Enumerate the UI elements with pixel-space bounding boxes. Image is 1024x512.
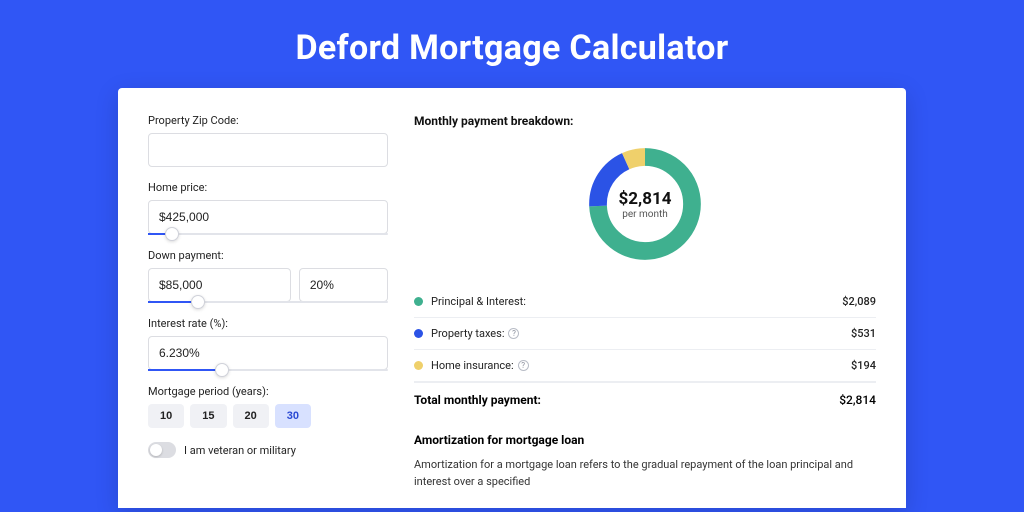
down-payment-slider[interactable] xyxy=(148,301,388,303)
legend-amount-tax: $531 xyxy=(851,327,876,340)
legend-label-pi: Principal & Interest: xyxy=(431,295,842,308)
period-option-30[interactable]: 30 xyxy=(275,404,311,428)
legend-dot-icon xyxy=(414,297,423,306)
page-title: Deford Mortgage Calculator xyxy=(0,0,1024,88)
zip-field-group: Property Zip Code: xyxy=(148,114,388,167)
legend-label-ins: Home insurance: xyxy=(431,359,514,372)
legend-amount-ins: $194 xyxy=(851,359,876,372)
legend-amount-total: $2,814 xyxy=(839,393,876,407)
legend-row-ins: Home insurance: ? $194 xyxy=(414,350,876,382)
donut-total-value: $2,814 xyxy=(619,189,672,209)
home-price-slider[interactable] xyxy=(148,233,388,235)
donut-chart: $2,814 per month xyxy=(583,142,707,266)
legend-dot-icon xyxy=(414,361,423,370)
donut-center: $2,814 per month xyxy=(583,142,707,266)
interest-rate-group: Interest rate (%): xyxy=(148,317,388,371)
legend-row-tax: Property taxes: ? $531 xyxy=(414,318,876,350)
results-column: Monthly payment breakdown: $2,814 per mo… xyxy=(414,114,876,508)
home-price-group: Home price: xyxy=(148,181,388,235)
info-icon[interactable]: ? xyxy=(508,328,519,339)
legend-amount-pi: $2,089 xyxy=(842,295,876,308)
period-option-15[interactable]: 15 xyxy=(190,404,226,428)
legend-label-tax: Property taxes: xyxy=(431,327,504,340)
period-label: Mortgage period (years): xyxy=(148,385,388,398)
down-payment-percent-input[interactable] xyxy=(299,268,388,302)
zip-label: Property Zip Code: xyxy=(148,114,388,127)
calculator-panel: Property Zip Code: Home price: Down paym… xyxy=(118,88,906,508)
down-payment-group: Down payment: xyxy=(148,249,388,303)
input-form: Property Zip Code: Home price: Down paym… xyxy=(148,114,388,508)
period-option-20[interactable]: 20 xyxy=(233,404,269,428)
veteran-toggle[interactable] xyxy=(148,442,176,458)
amortization-heading: Amortization for mortgage loan xyxy=(414,433,876,447)
home-price-label: Home price: xyxy=(148,181,388,194)
down-payment-amount-input[interactable] xyxy=(148,268,291,302)
legend-row-pi: Principal & Interest: $2,089 xyxy=(414,286,876,318)
veteran-label: I am veteran or military xyxy=(184,444,296,457)
breakdown-heading: Monthly payment breakdown: xyxy=(414,114,876,128)
donut-total-sub: per month xyxy=(622,209,668,220)
home-price-input[interactable] xyxy=(148,200,388,234)
period-options: 10 15 20 30 xyxy=(148,404,388,428)
amortization-body: Amortization for a mortgage loan refers … xyxy=(414,457,876,490)
veteran-row: I am veteran or military xyxy=(148,442,388,458)
period-group: Mortgage period (years): 10 15 20 30 xyxy=(148,385,388,428)
interest-rate-slider[interactable] xyxy=(148,369,388,371)
period-option-10[interactable]: 10 xyxy=(148,404,184,428)
interest-rate-input[interactable] xyxy=(148,336,388,370)
info-icon[interactable]: ? xyxy=(518,360,529,371)
interest-rate-label: Interest rate (%): xyxy=(148,317,388,330)
legend-label-total: Total monthly payment: xyxy=(414,393,839,407)
zip-input[interactable] xyxy=(148,133,388,167)
donut-chart-wrap: $2,814 per month xyxy=(414,142,876,266)
legend-row-total: Total monthly payment: $2,814 xyxy=(414,382,876,421)
down-payment-label: Down payment: xyxy=(148,249,388,262)
legend-dot-icon xyxy=(414,329,423,338)
